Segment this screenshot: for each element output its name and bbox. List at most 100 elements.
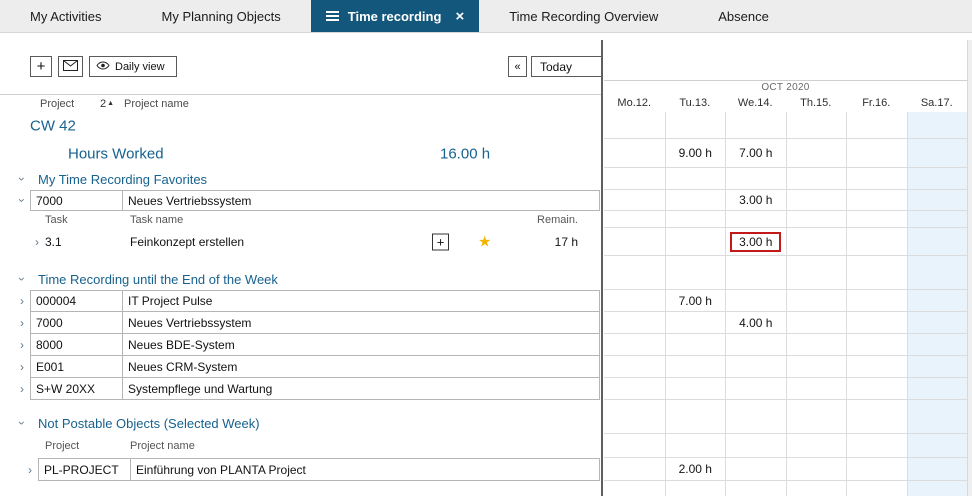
day-cell-mo[interactable]	[604, 190, 665, 211]
day-cell-mo[interactable]	[604, 458, 665, 481]
day-cell-tu[interactable]	[665, 434, 726, 458]
day-cell-sa[interactable]	[907, 139, 968, 168]
day-cell-mo[interactable]	[604, 356, 665, 378]
chevron-right-icon[interactable]: ›	[17, 295, 27, 307]
day-cell-mo[interactable]	[604, 334, 665, 356]
day-cell-tu[interactable]	[665, 190, 726, 211]
day-cell-tu[interactable]: 2.00 h	[665, 458, 726, 481]
day-cell-fr[interactable]	[846, 458, 907, 481]
task-name[interactable]: Feinkonzept erstellen	[130, 235, 244, 249]
project-name-column-header[interactable]: Project name	[124, 98, 189, 110]
project-name-cell[interactable]: IT Project Pulse	[122, 290, 600, 312]
day-cell-mo[interactable]	[604, 256, 665, 290]
day-cell-fr[interactable]	[846, 481, 907, 496]
day-cell-tu[interactable]	[665, 228, 726, 256]
project-id-cell[interactable]: 7000	[30, 312, 123, 334]
day-cell-mo[interactable]	[604, 312, 665, 334]
day-cell-we[interactable]: 4.00 h	[725, 312, 786, 334]
day-cell-mo[interactable]	[604, 112, 665, 139]
day-cell-tu[interactable]	[665, 400, 726, 434]
panel-splitter[interactable]	[601, 40, 603, 496]
day-cell-fr[interactable]	[846, 356, 907, 378]
day-cell-sa[interactable]	[907, 481, 968, 496]
mail-button[interactable]	[58, 56, 83, 77]
day-cell-fr[interactable]	[846, 139, 907, 168]
day-cell-th[interactable]	[786, 400, 847, 434]
day-cell-th[interactable]	[786, 112, 847, 139]
day-cell-tu[interactable]: 9.00 h	[665, 139, 726, 168]
day-cell-fr[interactable]	[846, 211, 907, 228]
day-cell-th[interactable]	[786, 290, 847, 312]
project-id-cell[interactable]: 7000	[30, 190, 123, 211]
day-cell-we[interactable]: 3.00 h	[725, 228, 786, 256]
task-row[interactable]: › 3.1 Feinkonzept erstellen + ★ 17 h 3.0…	[0, 228, 967, 256]
day-cell-sa[interactable]	[907, 168, 968, 190]
menu-icon[interactable]	[326, 11, 339, 21]
project-row[interactable]: › 000004 IT Project Pulse 7.00 h	[0, 290, 967, 312]
day-cell-th[interactable]	[786, 256, 847, 290]
day-cell-fr[interactable]	[846, 256, 907, 290]
day-cell-sa[interactable]	[907, 378, 968, 400]
chevron-right-icon[interactable]: ›	[25, 464, 35, 476]
project-row[interactable]: › E001 Neues CRM-System	[0, 356, 967, 378]
day-cell-fr[interactable]	[846, 434, 907, 458]
today-button[interactable]: Today	[531, 56, 602, 77]
day-cell-tu[interactable]	[665, 211, 726, 228]
day-cell-th[interactable]	[786, 334, 847, 356]
day-cell-sa[interactable]	[907, 190, 968, 211]
previous-week-button[interactable]: «	[508, 56, 527, 77]
project-name-cell[interactable]: Neues CRM-System	[122, 356, 600, 378]
day-cell-th[interactable]	[786, 190, 847, 211]
project-name-cell[interactable]: Neues Vertriebssystem	[122, 190, 600, 211]
day-cell-mo[interactable]	[604, 378, 665, 400]
project-id-cell[interactable]: PL-PROJECT	[38, 458, 131, 481]
project-id-cell[interactable]: 8000	[30, 334, 123, 356]
project-row[interactable]: › PL-PROJECT Einführung von PLANTA Proje…	[0, 458, 967, 481]
day-cell-sa[interactable]	[907, 334, 968, 356]
day-cell-th[interactable]	[786, 139, 847, 168]
project-id-cell[interactable]: 000004	[30, 290, 123, 312]
project-row[interactable]: › 8000 Neues BDE-System	[0, 334, 967, 356]
close-icon[interactable]: ×	[455, 9, 464, 24]
chevron-down-icon[interactable]: ›	[16, 274, 28, 284]
project-row[interactable]: › 7000 Neues Vertriebssystem 3.00 h	[0, 190, 967, 211]
add-button[interactable]: +	[30, 56, 52, 77]
favorite-star-icon[interactable]: ★	[478, 232, 491, 250]
day-cell-fr[interactable]	[846, 400, 907, 434]
day-cell-mo[interactable]	[604, 228, 665, 256]
day-cell-tu[interactable]	[665, 481, 726, 496]
day-cell-tu[interactable]	[665, 168, 726, 190]
day-cell-we[interactable]	[725, 211, 786, 228]
project-name-cell[interactable]: Neues Vertriebssystem	[122, 312, 600, 334]
day-cell-tu[interactable]	[665, 356, 726, 378]
highlighted-hours-cell[interactable]: 3.00 h	[730, 232, 781, 252]
project-row[interactable]: › S+W 20XX Systempflege und Wartung	[0, 378, 967, 400]
chevron-right-icon[interactable]: ›	[17, 383, 27, 395]
add-booking-button[interactable]: +	[432, 234, 449, 251]
day-cell-mo[interactable]	[604, 400, 665, 434]
sort-indicator[interactable]: 2▲	[100, 98, 114, 110]
day-cell-we[interactable]	[725, 458, 786, 481]
chevron-right-icon[interactable]: ›	[17, 317, 27, 329]
day-cell-th[interactable]	[786, 481, 847, 496]
day-cell-th[interactable]	[786, 312, 847, 334]
day-cell-we[interactable]	[725, 356, 786, 378]
project-name-cell[interactable]: Systempflege und Wartung	[122, 378, 600, 400]
day-cell-tu[interactable]: 7.00 h	[665, 290, 726, 312]
day-cell-tu[interactable]	[665, 334, 726, 356]
day-cell-sa[interactable]	[907, 112, 968, 139]
day-cell-tu[interactable]	[665, 256, 726, 290]
day-cell-th[interactable]	[786, 356, 847, 378]
day-cell-sa[interactable]	[907, 400, 968, 434]
day-cell-sa[interactable]	[907, 356, 968, 378]
chevron-right-icon[interactable]: ›	[32, 236, 42, 248]
day-cell-mo[interactable]	[604, 290, 665, 312]
day-cell-mo[interactable]	[604, 168, 665, 190]
day-cell-mo[interactable]	[604, 211, 665, 228]
day-cell-fr[interactable]	[846, 312, 907, 334]
day-cell-th[interactable]	[786, 228, 847, 256]
day-cell-we[interactable]: 3.00 h	[725, 190, 786, 211]
day-cell-fr[interactable]	[846, 168, 907, 190]
day-cell-sa[interactable]	[907, 290, 968, 312]
day-cell-th[interactable]	[786, 458, 847, 481]
